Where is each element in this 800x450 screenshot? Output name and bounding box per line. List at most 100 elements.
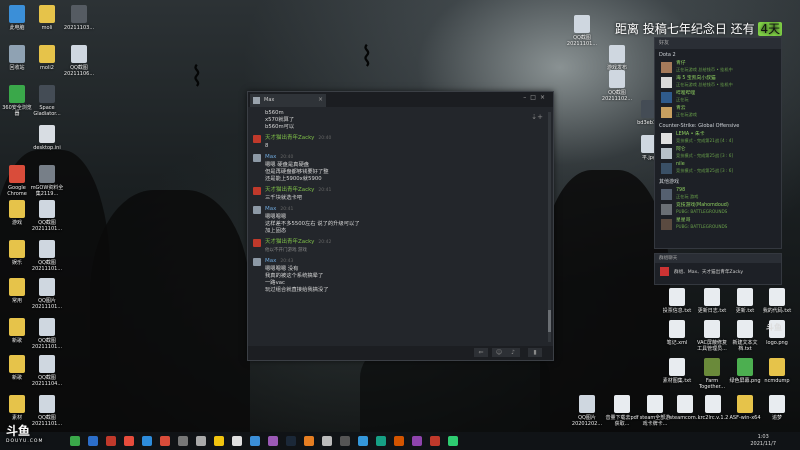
desktop-icon[interactable]: 素材 — [0, 395, 34, 421]
friend-row[interactable]: 海 5 宝凯向小叔猫 正在玩游戏 总给钱币 • 挂机中 — [655, 75, 781, 90]
emoji-button[interactable]: ☺ — [492, 348, 506, 357]
taskbar-app-icon[interactable] — [88, 436, 98, 446]
desktop-icon[interactable]: 游戏 — [0, 200, 34, 226]
desktop-icon[interactable]: 新建文本文档.txt — [728, 320, 762, 352]
desktop-icon[interactable]: desktop.ini — [30, 125, 64, 151]
taskbar-app-icon[interactable] — [214, 436, 224, 446]
taskbar-app-icon[interactable] — [286, 436, 296, 446]
friend-group-title[interactable]: Dota 2 — [655, 49, 781, 60]
taskbar-app-icon[interactable] — [358, 436, 368, 446]
group-chat-panel[interactable]: 群组聊天 群组、Max、天才猫出青年Zacky — [654, 253, 782, 285]
taskbar-app-icon[interactable] — [232, 436, 242, 446]
friend-row[interactable]: 青仔 正在玩游戏 总给钱币 • 挂机中 — [655, 60, 781, 75]
friend-row[interactable]: 星星哥 PUBG: BATTLEGROUNDS — [655, 217, 781, 232]
voice-button[interactable]: ♪ — [506, 348, 520, 357]
taskbar-app-icon[interactable] — [448, 436, 458, 446]
desktop-icon[interactable]: 我的代码.txt — [760, 288, 794, 314]
avatar[interactable] — [253, 258, 261, 266]
desktop-icon[interactable]: 笔记.xml — [660, 320, 694, 346]
desktop-icon[interactable]: 更新.txt — [728, 288, 762, 314]
desktop-icon[interactable]: QQ截图 20211106... — [62, 45, 96, 77]
chat-window[interactable]: Max × –□× ⇣+ b560m x570就算了 b560m可以 天才猫出青年Za… — [247, 91, 554, 361]
taskbar-app-icon[interactable] — [124, 436, 134, 446]
avatar[interactable] — [253, 187, 261, 195]
desktop-icon[interactable]: 投票信息.txt — [660, 288, 694, 314]
desktop-icon[interactable]: 360安全浏览器 — [0, 85, 34, 117]
friend-row[interactable]: LEMA • 朱卡 竞技模式 - 完成第21战 [4 : 4] — [655, 131, 781, 146]
desktop-icon[interactable]: QQ截图 20211101... — [30, 318, 64, 350]
desktop-icon[interactable]: QQ截图 20211101... — [565, 15, 599, 47]
desktop-icon[interactable]: 追梦 — [760, 395, 794, 421]
avatar[interactable] — [253, 154, 261, 162]
desktop-icon[interactable]: 常用 — [0, 278, 34, 304]
desktop-icon[interactable]: 娱乐 — [0, 240, 34, 266]
taskbar-app-icon[interactable] — [178, 436, 188, 446]
desktop-icon[interactable]: 素材图集.txt — [660, 358, 694, 384]
taskbar-app-icon[interactable] — [142, 436, 152, 446]
taskbar-app-icon[interactable] — [412, 436, 422, 446]
desktop-icon[interactable]: Google Chrome — [0, 165, 34, 197]
friends-search[interactable]: 好友 — [655, 38, 781, 49]
avatar[interactable] — [253, 239, 261, 247]
friends-list-panel[interactable]: 好友 Dota 2 青仔 正在玩游戏 总给钱币 • 挂机中海 5 宝凯向小叔猫 正在玩… — [654, 37, 782, 249]
taskbar-app-icon[interactable] — [304, 436, 314, 446]
friend-group-title[interactable]: 其他游戏 — [655, 176, 781, 187]
desktop-icon[interactable]: 绿色屏幕.png — [728, 358, 762, 384]
chat-tab-max[interactable]: Max × — [250, 94, 326, 107]
taskbar-app-icon[interactable] — [340, 436, 350, 446]
desktop-icon[interactable]: 更新日志.txt — [695, 288, 729, 314]
sender-name[interactable]: Max — [265, 206, 276, 212]
friend-row[interactable]: 青云 正在玩游戏 — [655, 105, 781, 120]
scrollbar[interactable] — [548, 112, 551, 342]
taskbar-app-icon[interactable] — [430, 436, 440, 446]
friend-group-title[interactable]: Counter-Strike: Global Offensive — [655, 120, 781, 131]
desktop-icon[interactable]: 音量下载去pdf获取... — [605, 395, 639, 427]
desktop-icon[interactable]: ASF-win-x64 — [728, 395, 762, 421]
desktop-icon[interactable]: QQ截图 20211102... — [600, 70, 634, 102]
desktop-icon[interactable]: mGOW资料全集2119... — [30, 165, 64, 197]
sender-name[interactable]: 天才猫出青年Zacky — [265, 187, 314, 193]
taskbar-app-icon[interactable] — [376, 436, 386, 446]
close-tab-icon[interactable]: × — [318, 96, 323, 103]
desktop-icon[interactable]: 游戏发布 — [600, 45, 634, 71]
friend-row[interactable]: 哔哩哔哩 正在玩 — [655, 90, 781, 105]
sender-name[interactable]: 天才猫出青年Zacky — [265, 239, 314, 245]
desktop-icon[interactable]: QQ截图 20211104... — [30, 355, 64, 387]
send-arrow-button[interactable]: ⇐ — [474, 348, 488, 357]
desktop-icon[interactable]: steam全部游戏卡牌卡... — [638, 395, 672, 427]
taskbar-app-icon[interactable] — [250, 436, 260, 446]
taskbar-app-icon[interactable] — [268, 436, 278, 446]
avatar[interactable] — [253, 135, 261, 143]
mic-button[interactable]: ▮ — [528, 348, 542, 357]
scrollbar-thumb[interactable] — [548, 310, 551, 332]
maximize-icon[interactable]: □ — [530, 94, 540, 101]
desktop-icon[interactable]: QQ截图 20211101... — [30, 240, 64, 272]
desktop-icon[interactable]: 新歌 — [0, 355, 34, 381]
avatar[interactable] — [253, 206, 261, 214]
window-controls[interactable]: –□× — [523, 94, 549, 101]
desktop-icon[interactable]: moli2 — [30, 45, 64, 71]
desktop-icon[interactable]: QQ图片 20201202... — [570, 395, 604, 427]
system-clock[interactable]: 1:03 2021/11/7 — [750, 434, 776, 448]
desktop-icon[interactable]: 此电脑 — [0, 5, 34, 31]
desktop-icon[interactable]: VAC屏蔽修复工具管理员... — [695, 320, 729, 352]
taskbar-app-icon[interactable] — [322, 436, 332, 446]
desktop-icon[interactable]: Farm Together... — [695, 358, 729, 390]
desktop-icon[interactable]: QQ图片 20211101... — [30, 278, 64, 310]
desktop-icon[interactable]: ncmdump — [760, 358, 794, 384]
close-icon[interactable]: × — [540, 94, 549, 101]
desktop-icon[interactable]: moli — [30, 5, 64, 31]
chat-input-bar[interactable]: ⇐ ☺ ♪ ▮ — [248, 346, 553, 360]
group-chat-members[interactable]: 群组、Max、天才猫出青年Zacky — [674, 269, 743, 275]
taskbar-app-icon[interactable] — [196, 436, 206, 446]
taskbar-app-icon[interactable] — [160, 436, 170, 446]
friend-row[interactable]: nile 竞技模式 - 完成第25战 [3 : 6] — [655, 161, 781, 176]
desktop-icon[interactable]: Space Gladiator... — [30, 85, 64, 117]
friend-row[interactable]: 798 正在玩 游戏 — [655, 187, 781, 202]
desktop-icon[interactable]: QQ截图 20211101... — [30, 200, 64, 232]
taskbar-app-icon[interactable] — [106, 436, 116, 446]
sender-name[interactable]: 天才猫出青年Zacky — [265, 135, 314, 141]
desktop-icon[interactable]: 新歌 — [0, 318, 34, 344]
taskbar-app-icon[interactable] — [394, 436, 404, 446]
sender-name[interactable]: Max — [265, 258, 276, 264]
